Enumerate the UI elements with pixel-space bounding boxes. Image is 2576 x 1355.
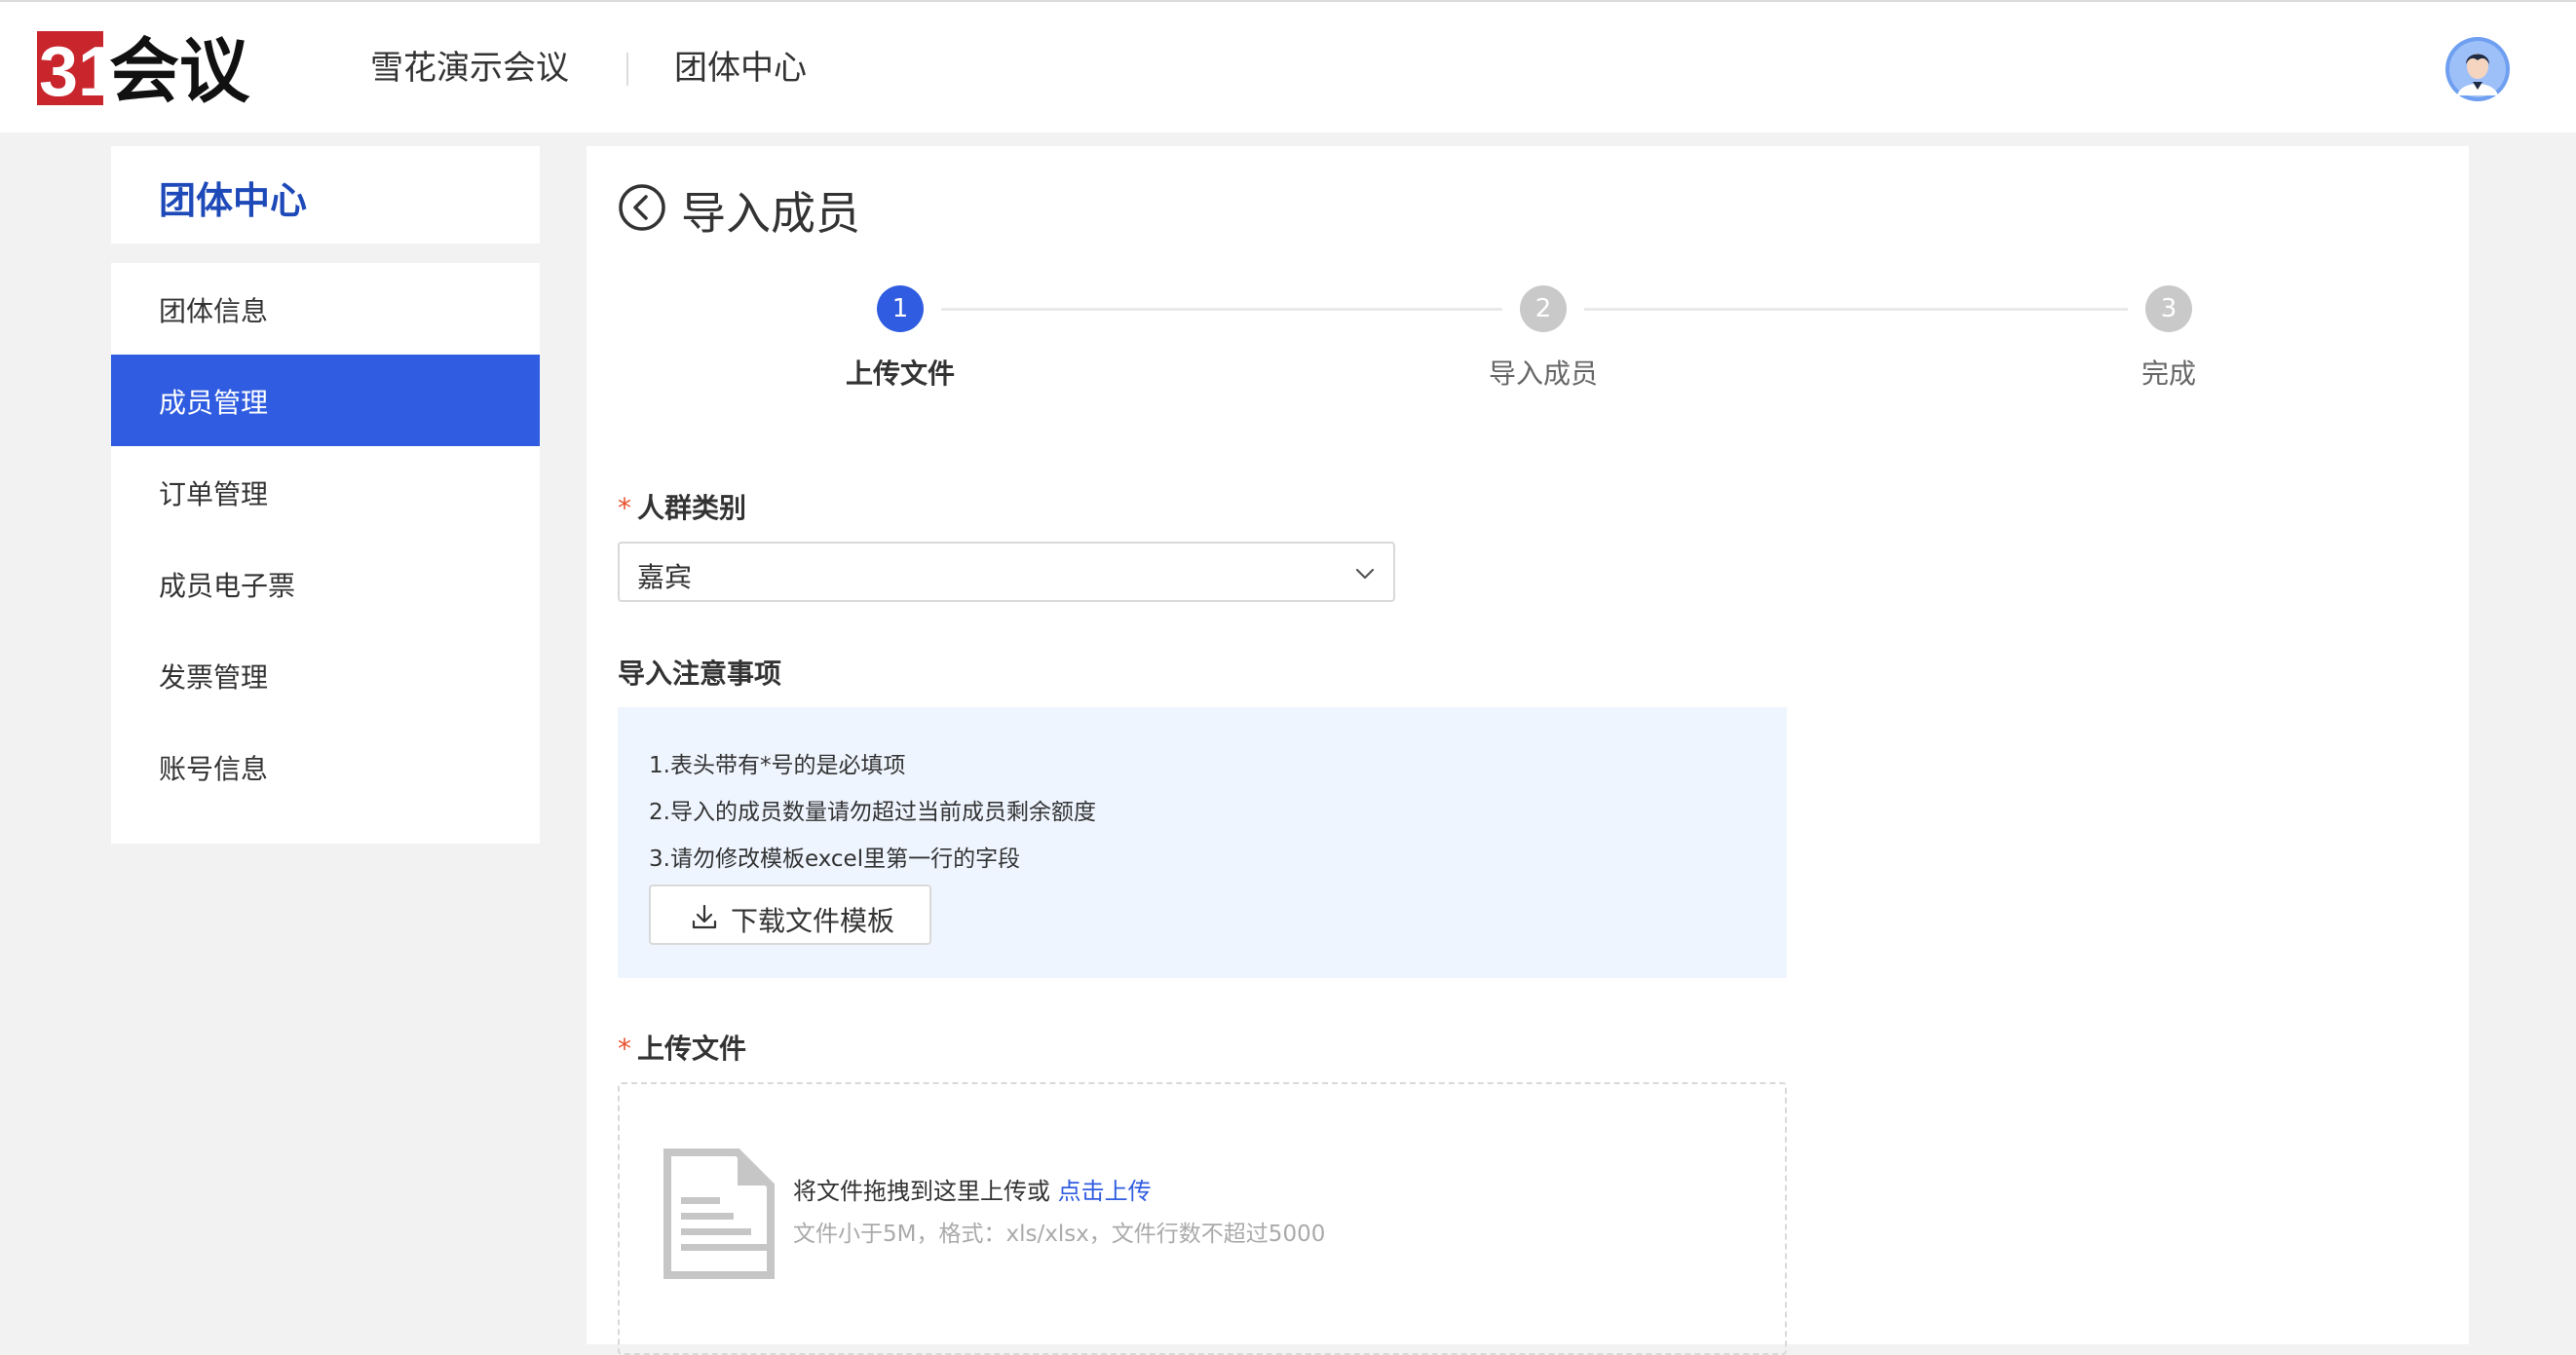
chevron-down-icon bbox=[1355, 568, 1375, 580]
brand-logo[interactable]: 31 会议 bbox=[37, 27, 310, 109]
step-3-label: 完成 bbox=[2140, 358, 2196, 390]
step-connector bbox=[941, 308, 1502, 311]
sidebar-item-member-eticket[interactable]: 成员电子票 bbox=[111, 538, 540, 629]
download-template-button[interactable]: 下载文件模板 bbox=[649, 885, 931, 945]
sidebar-menu: 团体信息 成员管理 订单管理 成员电子票 发票管理 账号信息 bbox=[111, 263, 540, 844]
back-arrow-icon[interactable] bbox=[618, 183, 666, 232]
sidebar-item-label: 账号信息 bbox=[159, 753, 269, 785]
document-icon bbox=[663, 1148, 775, 1279]
upload-drag-text: 将文件拖拽到这里上传或 bbox=[793, 1178, 1050, 1205]
svg-text:会议: 会议 bbox=[109, 30, 250, 109]
notice-title: 导入注意事项 bbox=[618, 658, 782, 690]
download-icon bbox=[692, 904, 717, 929]
sidebar-item-label: 成员电子票 bbox=[159, 570, 296, 602]
upload-hint: 文件小于5M，格式：xls/xlsx，文件行数不超过5000 bbox=[793, 1222, 1326, 1247]
step-connector bbox=[1584, 308, 2128, 311]
page-title: 导入成员 bbox=[681, 187, 860, 240]
main-panel: 导入成员 1 上传文件 2 导入成员 3 完成 * 人群类别 嘉宾 导入注意事项 … bbox=[587, 146, 2469, 1355]
sidebar-item-label: 团体信息 bbox=[159, 295, 269, 327]
sidebar-item-order-management[interactable]: 订单管理 bbox=[111, 446, 540, 538]
sidebar-item-label: 订单管理 bbox=[159, 478, 269, 510]
sidebar-item-member-management[interactable]: 成员管理 bbox=[111, 355, 540, 446]
nav-meeting-name[interactable]: 雪花演示会议 bbox=[370, 48, 569, 89]
step-1-indicator: 1 bbox=[877, 285, 924, 332]
notice-line: 1.表头带有*号的是必填项 bbox=[649, 753, 906, 778]
step-2-label: 导入成员 bbox=[1488, 358, 1598, 390]
top-bar: 31 会议 雪花演示会议 团体中心 bbox=[0, 0, 2576, 132]
nav-group-center[interactable]: 团体中心 bbox=[674, 48, 807, 89]
sidebar-item-label: 发票管理 bbox=[159, 661, 269, 694]
click-upload-link[interactable]: 点击上传 bbox=[1058, 1178, 1152, 1205]
file-upload-dropzone[interactable]: 将文件拖拽到这里上传或 点击上传 文件小于5M，格式：xls/xlsx，文件行数… bbox=[618, 1082, 1787, 1355]
upload-instruction: 将文件拖拽到这里上传或 点击上传 bbox=[793, 1172, 1152, 1206]
category-label-text: 人群类别 bbox=[637, 492, 747, 524]
notice-line: 2.导入的成员数量请勿超过当前成员剩余额度 bbox=[649, 800, 1096, 825]
step-1-label: 上传文件 bbox=[845, 358, 955, 390]
category-select[interactable]: 嘉宾 bbox=[618, 542, 1395, 602]
sidebar-item-label: 成员管理 bbox=[159, 387, 269, 419]
required-mark: * bbox=[618, 492, 631, 524]
svg-text:31: 31 bbox=[39, 33, 117, 109]
step-3-indicator: 3 bbox=[2145, 285, 2192, 332]
sidebar-title: 团体中心 bbox=[159, 179, 308, 222]
sidebar-item-group-info[interactable]: 团体信息 bbox=[111, 263, 540, 355]
category-select-value: 嘉宾 bbox=[637, 561, 693, 593]
sidebar-item-invoice-management[interactable]: 发票管理 bbox=[111, 629, 540, 721]
sidebar-header: 团体中心 bbox=[111, 146, 540, 244]
sidebar-item-account-info[interactable]: 账号信息 bbox=[111, 721, 540, 812]
nav-divider bbox=[626, 53, 628, 86]
required-mark: * bbox=[618, 1033, 631, 1065]
step-2-indicator: 2 bbox=[1520, 285, 1567, 332]
upload-label-text: 上传文件 bbox=[637, 1033, 747, 1065]
notice-line: 3.请勿修改模板excel里第一行的字段 bbox=[649, 847, 1021, 872]
user-avatar-icon[interactable] bbox=[2445, 37, 2510, 101]
category-field-label: * 人群类别 bbox=[618, 487, 746, 526]
download-template-label: 下载文件模板 bbox=[731, 905, 895, 937]
notice-box: 1.表头带有*号的是必填项 2.导入的成员数量请勿超过当前成员剩余额度 3.请勿… bbox=[618, 707, 1787, 978]
upload-field-label: * 上传文件 bbox=[618, 1028, 746, 1067]
